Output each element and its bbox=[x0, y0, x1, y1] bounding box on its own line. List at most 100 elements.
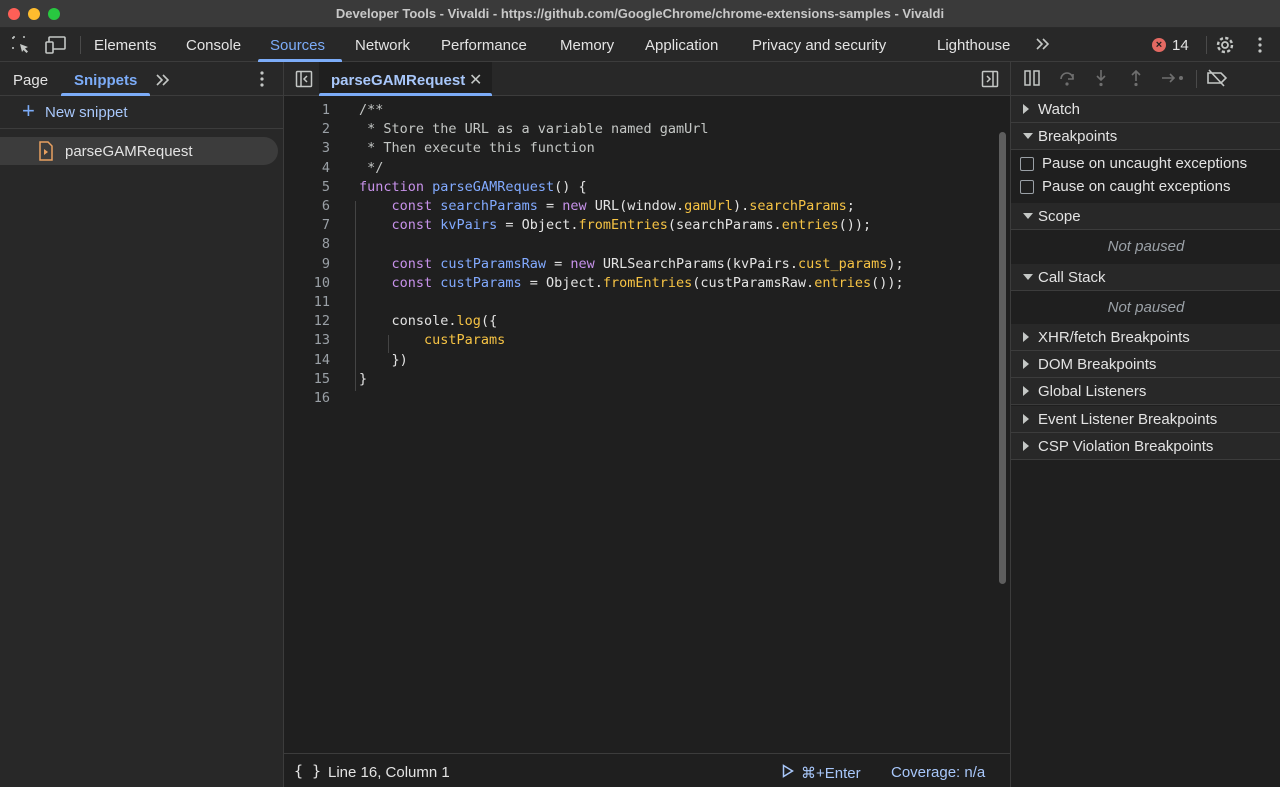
breakpoints-section-header[interactable]: Breakpoints bbox=[1011, 123, 1280, 150]
navigator-menu-kebab-icon[interactable] bbox=[256, 70, 268, 92]
debugger-sidebar: Watch Breakpoints Pause on uncaught exce… bbox=[1010, 62, 1280, 787]
run-snippet-shortcut[interactable]: ⌘+Enter bbox=[801, 764, 861, 782]
csp-violation-breakpoints-section-header[interactable]: CSP Violation Breakpoints bbox=[1011, 433, 1280, 460]
dom-breakpoints-label: DOM Breakpoints bbox=[1038, 356, 1157, 373]
editor-status-bar: { } Line 16, Column 1 ⌘+Enter Coverage: … bbox=[284, 753, 1010, 787]
line-number: 8 bbox=[321, 236, 330, 252]
expand-triangle-icon bbox=[1023, 359, 1029, 369]
error-x-icon[interactable]: × bbox=[1152, 38, 1166, 52]
window-titlebar: Developer Tools - Vivaldi - https://gith… bbox=[0, 0, 1280, 28]
tab-snippets[interactable]: Snippets bbox=[74, 72, 137, 89]
more-options-kebab-icon[interactable] bbox=[1253, 35, 1267, 59]
code-line: 6 const searchParams = new URL(window.ga… bbox=[284, 198, 996, 217]
xhr-breakpoints-label: XHR/fetch Breakpoints bbox=[1038, 329, 1190, 346]
code-line: 15} bbox=[284, 371, 996, 390]
scope-section-header[interactable]: Scope bbox=[1011, 203, 1280, 230]
close-tab-icon[interactable]: ✕ bbox=[469, 70, 482, 90]
pause-resume-icon[interactable] bbox=[1023, 69, 1041, 91]
tab-lighthouse[interactable]: Lighthouse bbox=[937, 37, 1010, 54]
step-out-icon[interactable] bbox=[1129, 69, 1143, 91]
tab-elements[interactable]: Elements bbox=[94, 37, 157, 54]
event-listener-breakpoints-section-header[interactable]: Event Listener Breakpoints bbox=[1011, 406, 1280, 433]
step-over-icon[interactable] bbox=[1058, 69, 1076, 91]
breakpoints-label: Breakpoints bbox=[1038, 128, 1118, 145]
step-icon[interactable] bbox=[1161, 71, 1187, 89]
step-into-icon[interactable] bbox=[1094, 69, 1108, 91]
line-number: 14 bbox=[313, 352, 330, 368]
call-stack-label: Call Stack bbox=[1038, 269, 1106, 286]
line-number: 15 bbox=[313, 371, 330, 387]
dom-breakpoints-section-header[interactable]: DOM Breakpoints bbox=[1011, 351, 1280, 378]
scope-status: Not paused bbox=[1107, 238, 1185, 255]
code-line: 4 */ bbox=[284, 160, 996, 179]
new-snippet-button[interactable]: + New snippet bbox=[0, 96, 283, 129]
global-listeners-label: Global Listeners bbox=[1038, 383, 1147, 400]
toggle-debugger-icon[interactable] bbox=[981, 70, 999, 92]
debugger-toolbar bbox=[1011, 62, 1280, 96]
pause-uncaught-checkbox[interactable] bbox=[1020, 157, 1034, 171]
cursor-position: Line 16, Column 1 bbox=[328, 764, 450, 781]
line-number: 4 bbox=[321, 160, 330, 176]
line-number: 9 bbox=[321, 256, 330, 272]
expand-triangle-icon bbox=[1023, 414, 1029, 424]
run-snippet-play-icon[interactable] bbox=[782, 764, 794, 782]
line-number: 6 bbox=[321, 198, 330, 214]
tab-performance[interactable]: Performance bbox=[441, 37, 527, 54]
tab-network[interactable]: Network bbox=[355, 37, 410, 54]
editor-tab-bar: parseGAMRequest ✕ bbox=[284, 62, 1010, 96]
toggle-navigator-icon[interactable] bbox=[295, 70, 313, 92]
more-tabs-chevron-icon[interactable] bbox=[1034, 36, 1052, 56]
tab-application[interactable]: Application bbox=[645, 37, 718, 54]
collapse-triangle-icon bbox=[1023, 274, 1033, 280]
code-editor-pane: parseGAMRequest ✕ 1/** 2 * Store the URL… bbox=[284, 62, 1010, 787]
editor-tab-label: parseGAMRequest bbox=[331, 72, 466, 89]
expand-triangle-icon bbox=[1023, 104, 1029, 114]
global-listeners-section-header[interactable]: Global Listeners bbox=[1011, 378, 1280, 405]
device-toolbar-icon[interactable] bbox=[45, 35, 67, 59]
pause-uncaught-row[interactable]: Pause on uncaught exceptions bbox=[1011, 153, 1280, 176]
toolbar-divider bbox=[80, 36, 81, 54]
snippet-item-parsegamrequest[interactable]: parseGAMRequest bbox=[0, 137, 278, 165]
window-title: Developer Tools - Vivaldi - https://gith… bbox=[335, 6, 945, 21]
coverage-status[interactable]: Coverage: n/a bbox=[891, 764, 985, 781]
expand-triangle-icon bbox=[1023, 441, 1029, 451]
inspect-element-icon[interactable] bbox=[11, 35, 31, 59]
pause-caught-label: Pause on caught exceptions bbox=[1042, 178, 1231, 195]
navigator-tab-bar: Page Snippets bbox=[0, 62, 283, 96]
call-stack-section-header[interactable]: Call Stack bbox=[1011, 264, 1280, 291]
code-line: 7 const kvPairs = Object.fromEntries(sea… bbox=[284, 217, 996, 236]
pause-caught-checkbox[interactable] bbox=[1020, 180, 1034, 194]
expand-triangle-icon bbox=[1023, 386, 1029, 396]
new-snippet-label: New snippet bbox=[45, 104, 128, 121]
error-count[interactable]: 14 bbox=[1172, 37, 1189, 54]
tab-console[interactable]: Console bbox=[186, 37, 241, 54]
collapse-triangle-icon bbox=[1023, 133, 1033, 139]
editor-scrollbar[interactable] bbox=[999, 132, 1006, 584]
code-line: 2 * Store the URL as a variable named ga… bbox=[284, 121, 996, 140]
pretty-print-braces-icon[interactable]: { } bbox=[294, 762, 321, 780]
line-number: 7 bbox=[321, 217, 330, 233]
tab-privacy-and-security[interactable]: Privacy and security bbox=[752, 37, 886, 54]
code-line: 3 * Then execute this function bbox=[284, 140, 996, 159]
code-area[interactable]: 1/** 2 * Store the URL as a variable nam… bbox=[284, 96, 1006, 753]
line-number: 3 bbox=[321, 140, 330, 156]
tab-page[interactable]: Page bbox=[13, 72, 48, 89]
editor-tab-parsegamrequest[interactable]: parseGAMRequest ✕ bbox=[319, 62, 492, 96]
more-navigator-tabs-chevron-icon[interactable] bbox=[154, 72, 172, 92]
event-listener-breakpoints-label: Event Listener Breakpoints bbox=[1038, 411, 1218, 428]
watch-section-header[interactable]: Watch bbox=[1011, 96, 1280, 123]
code-line: 9 const custParamsRaw = new URLSearchPar… bbox=[284, 256, 996, 275]
collapse-triangle-icon bbox=[1023, 213, 1033, 219]
toolbar-divider bbox=[1196, 70, 1197, 88]
snippet-item-label: parseGAMRequest bbox=[65, 143, 193, 160]
call-stack-status: Not paused bbox=[1107, 299, 1185, 316]
expand-triangle-icon bbox=[1023, 332, 1029, 342]
pause-caught-row[interactable]: Pause on caught exceptions bbox=[1011, 176, 1280, 199]
settings-gear-icon[interactable] bbox=[1214, 34, 1236, 60]
main-tab-bar: Elements Console Sources Network Perform… bbox=[0, 28, 1280, 62]
deactivate-breakpoints-icon[interactable] bbox=[1206, 69, 1228, 91]
xhr-breakpoints-section-header[interactable]: XHR/fetch Breakpoints bbox=[1011, 324, 1280, 351]
tab-memory[interactable]: Memory bbox=[560, 37, 614, 54]
tab-sources[interactable]: Sources bbox=[270, 37, 325, 54]
line-number: 2 bbox=[321, 121, 330, 137]
